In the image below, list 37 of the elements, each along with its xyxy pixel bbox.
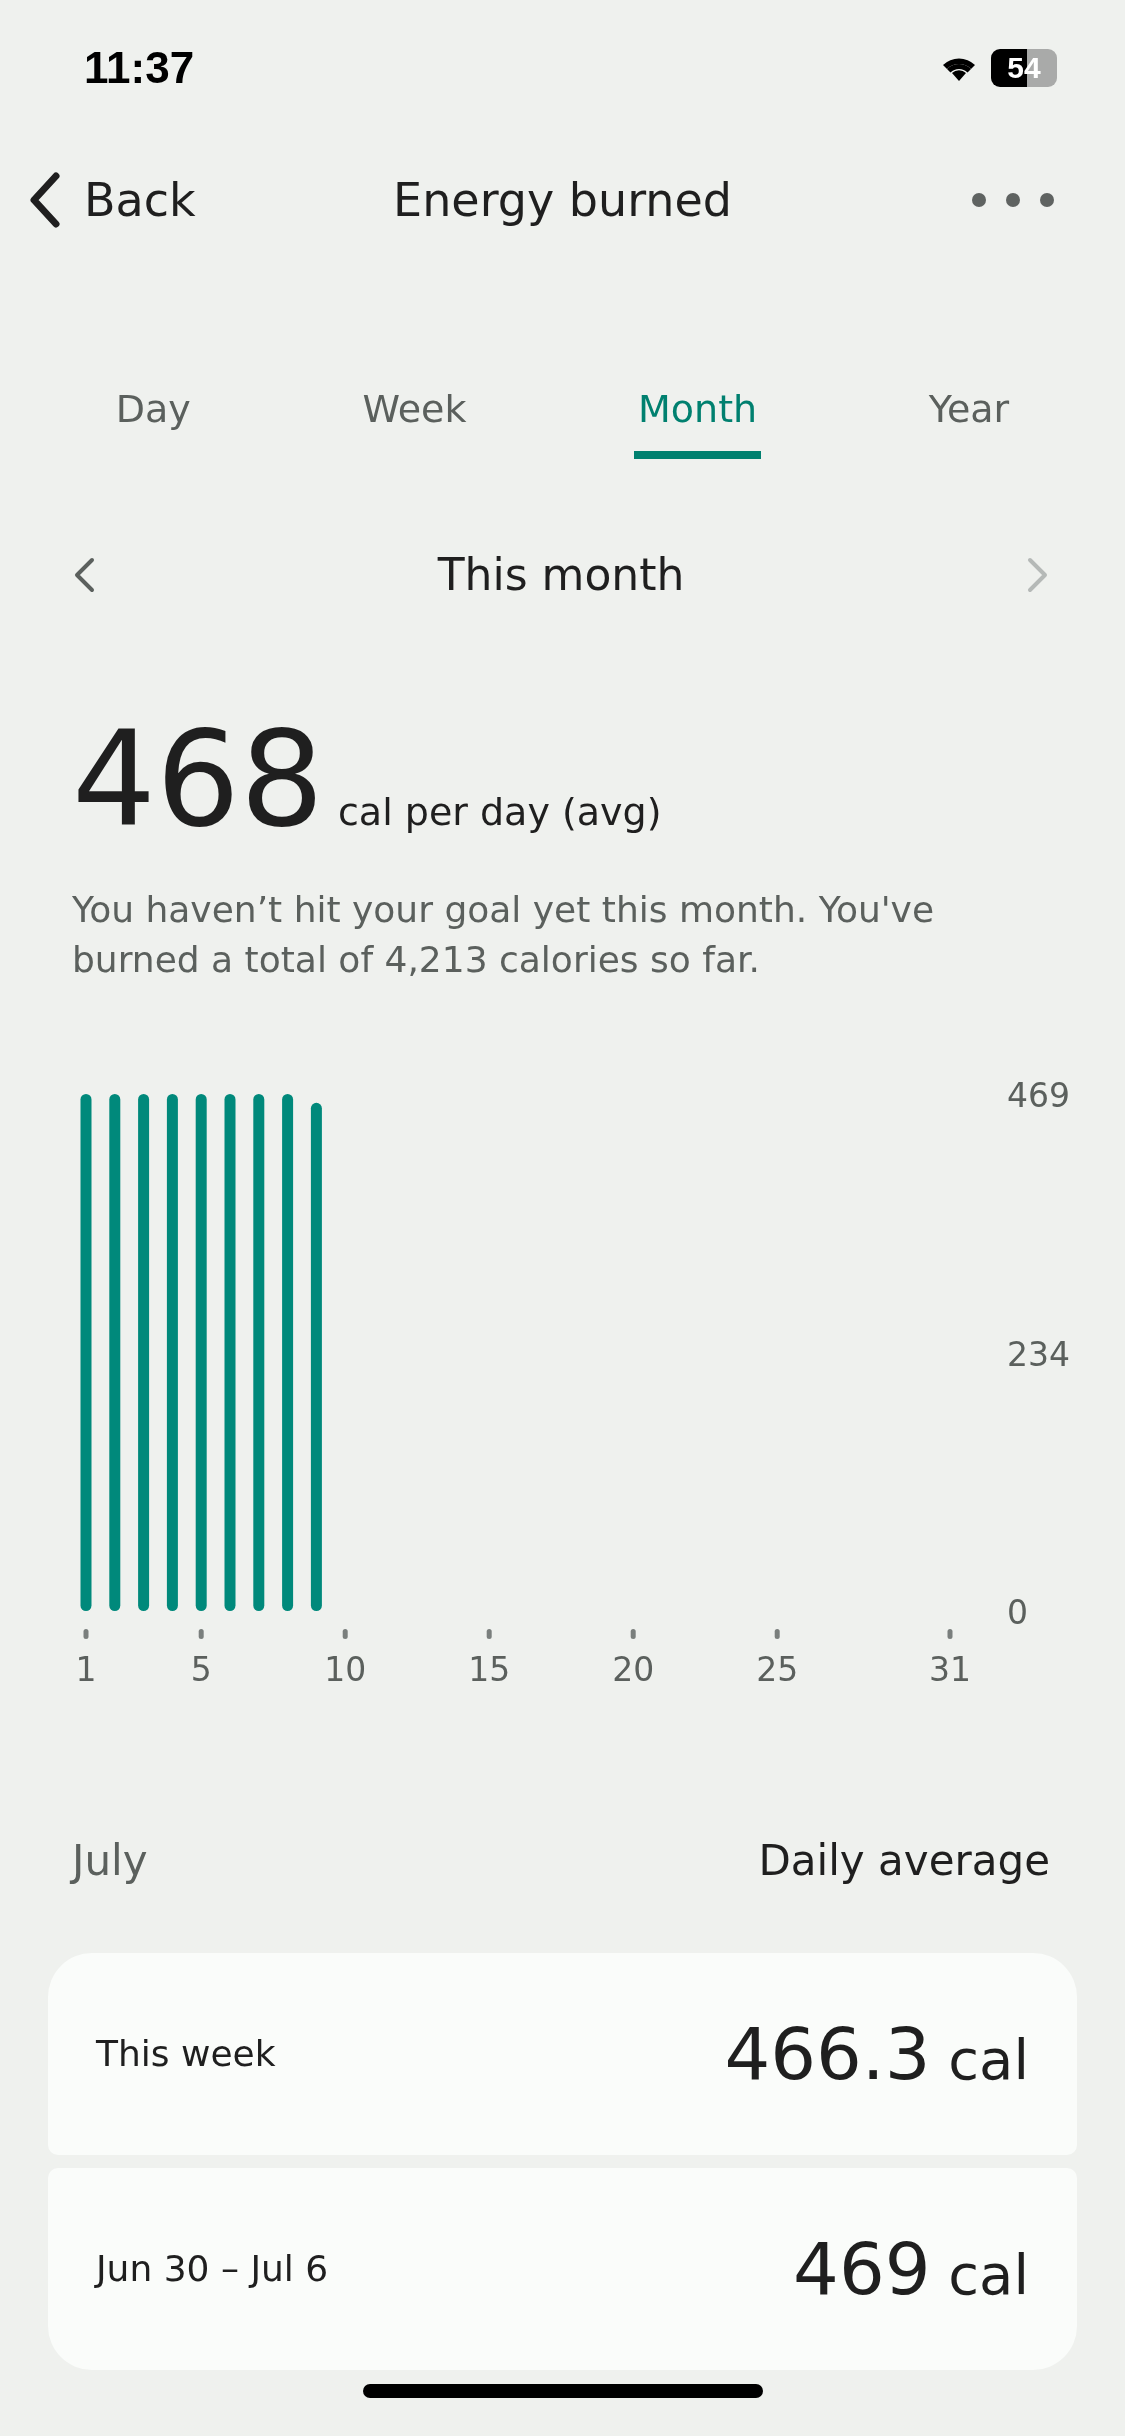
x-axis-label: 5 <box>190 1649 212 1689</box>
average-unit: cal per day (avg) <box>337 790 662 834</box>
status-time: 11:37 <box>84 43 195 93</box>
summary-card[interactable]: This week 466.3 cal <box>48 1952 1077 2155</box>
x-axis-label: 10 <box>324 1649 367 1689</box>
section-heading: Daily average <box>758 1835 1050 1885</box>
tick-mark <box>947 1628 953 1639</box>
row-value: 469 cal <box>793 2226 1029 2311</box>
row-value: 466.3 cal <box>724 2011 1029 2096</box>
previous-icon[interactable] <box>72 556 96 593</box>
back-button[interactable]: Back <box>26 172 196 228</box>
row-label: This week <box>96 2033 276 2075</box>
period-tab[interactable]: Month <box>634 377 762 459</box>
row-label: Jun 30 – Jul 6 <box>96 2248 329 2290</box>
period-label: This month <box>437 549 685 600</box>
period-tab[interactable]: Week <box>358 377 471 459</box>
x-axis-label: 15 <box>468 1649 511 1689</box>
y-axis-label: 234 <box>1007 1334 1070 1374</box>
average-value: 468 <box>72 713 324 845</box>
more-icon[interactable] <box>971 192 1055 208</box>
period-tab[interactable]: Year <box>924 377 1014 459</box>
period-tab[interactable]: Day <box>111 377 195 459</box>
tick-mark <box>342 1628 348 1639</box>
x-axis-label: 1 <box>75 1649 97 1689</box>
tick-mark <box>83 1628 89 1639</box>
summary-card[interactable]: Jun 30 – Jul 6 469 cal <box>48 2167 1077 2370</box>
x-axis-label: 20 <box>612 1649 655 1689</box>
tick-mark <box>630 1628 636 1639</box>
y-axis-label: 0 <box>1007 1592 1028 1632</box>
tick-mark <box>774 1628 780 1639</box>
y-axis-label: 469 <box>1007 1075 1070 1115</box>
page-title: Energy burned <box>393 173 732 227</box>
x-axis-label: 31 <box>929 1649 971 1689</box>
x-axis-label: 25 <box>756 1649 799 1689</box>
tick-mark <box>198 1628 204 1639</box>
tick-mark <box>486 1628 492 1639</box>
summary-message: You haven’t hit your goal yet this month. You've burned a total of 4,213 calories so far. <box>72 888 936 983</box>
